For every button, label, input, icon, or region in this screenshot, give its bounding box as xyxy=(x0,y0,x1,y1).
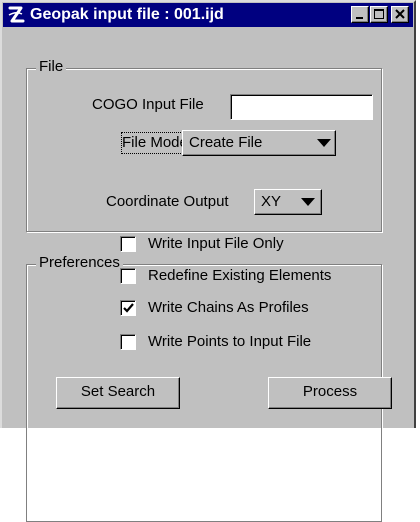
coordinate-output-value: XY xyxy=(261,193,282,210)
close-button[interactable] xyxy=(391,6,409,23)
coordinate-output-dropdown[interactable]: XY xyxy=(254,189,322,215)
write-input-file-only-checkbox[interactable] xyxy=(120,236,136,252)
write-points-to-input-file-checkbox[interactable] xyxy=(120,334,136,350)
chevron-down-icon xyxy=(301,198,315,206)
process-button[interactable]: Process xyxy=(268,377,392,409)
coordinate-output-label: Coordinate Output xyxy=(106,193,229,210)
checkmark-icon xyxy=(123,303,134,313)
write-chains-as-profiles-checkbox[interactable] xyxy=(120,300,136,316)
file-group-legend: File xyxy=(36,58,67,76)
set-search-button[interactable]: Set Search xyxy=(56,377,180,409)
minimize-button[interactable] xyxy=(351,6,369,23)
geopak-input-file-window: Geopak input file : 001.ijd File COGO In… xyxy=(0,0,416,522)
preferences-group-legend: Preferences xyxy=(36,254,123,272)
write-input-file-only-label: Write Input File Only xyxy=(148,235,284,252)
geopak-app-icon xyxy=(6,5,26,25)
title-bar[interactable]: Geopak input file : 001.ijd xyxy=(3,3,413,27)
cogo-input-file-label: COGO Input File xyxy=(92,96,204,113)
write-points-to-input-file-label: Write Points to Input File xyxy=(148,333,312,350)
file-mode-dropdown[interactable]: Create File xyxy=(182,130,336,156)
redefine-existing-elements-label: Redefine Existing Elements xyxy=(148,267,332,284)
redefine-existing-elements-checkbox[interactable] xyxy=(120,268,136,284)
file-mode-label: File Mode xyxy=(121,132,189,154)
cogo-input-file-field[interactable] xyxy=(230,94,373,120)
maximize-button[interactable] xyxy=(370,6,388,23)
write-chains-as-profiles-label: Write Chains As Profiles xyxy=(148,299,309,316)
window-title: Geopak input file : 001.ijd xyxy=(30,6,224,23)
file-mode-value: Create File xyxy=(189,134,263,151)
chevron-down-icon xyxy=(317,139,331,147)
